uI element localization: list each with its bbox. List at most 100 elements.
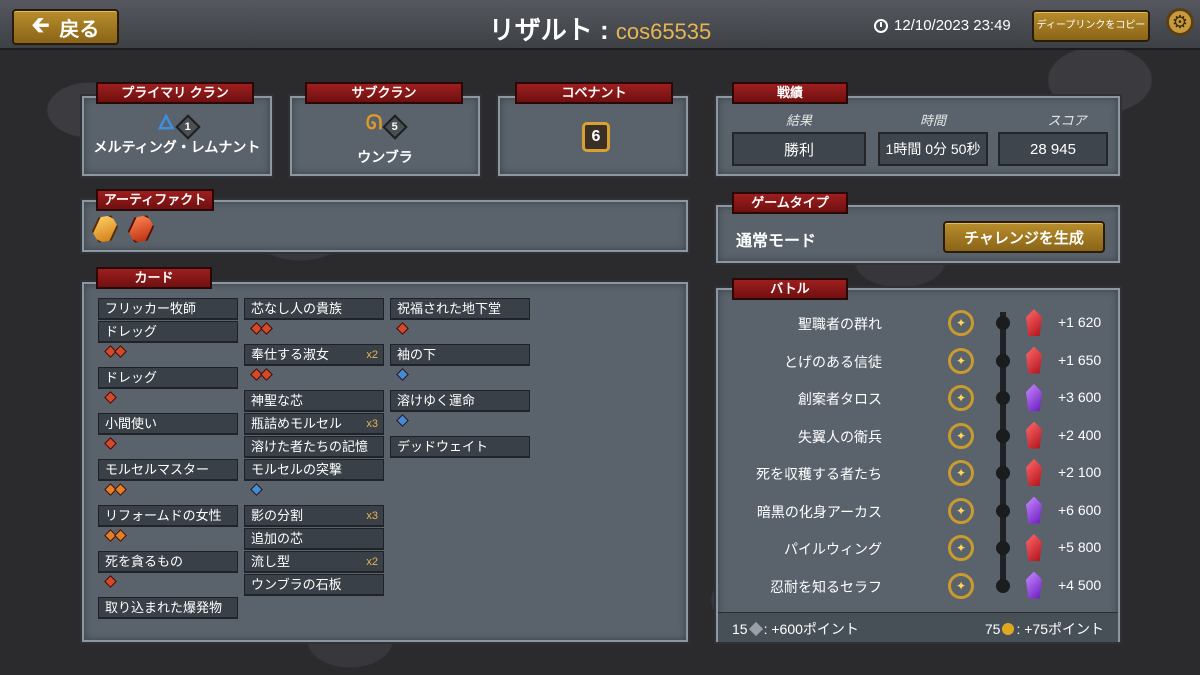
gem-icon xyxy=(104,437,117,450)
upgrade-gems xyxy=(250,322,273,335)
gem-icon xyxy=(114,483,127,496)
battle-score: +1 650 xyxy=(1058,351,1102,368)
flame-icon: 🜂 xyxy=(157,112,175,134)
card-name: 影の分割 xyxy=(251,508,304,523)
card-item[interactable]: 瓶詰めモルセル x3 xyxy=(244,413,384,435)
gear-icon[interactable]: ⚙ xyxy=(1166,8,1194,36)
datetime: 12/10/2023 23:49 xyxy=(874,17,1011,34)
card-name: ドレッグ xyxy=(105,370,158,385)
stats-tab: 戦績 xyxy=(732,82,848,104)
battle-row[interactable]: パイルウィング ✦ +5 800 xyxy=(718,531,1118,567)
card-name: ドレッグ xyxy=(105,324,158,339)
gold-coin-icon xyxy=(1002,623,1015,635)
card-item[interactable]: デッドウェイト xyxy=(390,436,530,458)
battle-row[interactable]: 死を収穫する者たち ✦ +2 100 xyxy=(718,456,1118,492)
generate-challenge-button[interactable]: チャレンジを生成 xyxy=(943,221,1105,253)
card-item[interactable]: モルセルの突撃 xyxy=(244,459,384,481)
boss-name: 失翼人の衛兵 xyxy=(798,428,882,445)
ember-icon xyxy=(748,621,763,637)
crystal-icon xyxy=(1026,571,1042,599)
boss-icon: ✦ xyxy=(948,572,974,599)
card-name: 瓶詰めモルセル xyxy=(251,416,343,431)
card-item[interactable]: 奉仕する淑女 x2 xyxy=(244,344,384,366)
boss-name: 忍耐を知るセラフ xyxy=(770,578,882,595)
copy-deeplink-button[interactable]: ディープリンクをコピー xyxy=(1032,10,1150,42)
upgrade-gems xyxy=(104,437,117,450)
covenant-badge: 6 xyxy=(582,122,610,152)
battle-score: +1 620 xyxy=(1058,314,1102,330)
game-type-tab: ゲームタイプ xyxy=(732,192,848,214)
card-name: 奉仕する淑女 xyxy=(251,347,330,362)
card-item[interactable]: ドレッグ xyxy=(98,367,238,389)
stats-panel: 結果 時間 スコア 勝利 1時間 0分 50秒 28 945 xyxy=(716,96,1120,176)
battle-row[interactable]: 創案者タロス ✦ +3 600 xyxy=(718,381,1118,417)
card-name: 芯なし人の貴族 xyxy=(251,301,343,316)
boss-name: 暗黒の化身アーカス xyxy=(756,503,882,520)
card-item[interactable]: 流し型 x2 xyxy=(244,551,384,573)
primary-clan-panel: 🜂 1 メルティング・レムナント xyxy=(82,96,272,176)
gem-icon xyxy=(114,529,127,542)
battle-row[interactable]: 忍耐を知るセラフ ✦ +4 500 xyxy=(718,569,1118,605)
score-label: スコア xyxy=(1047,113,1087,128)
card-name: 溶けゆく運命 xyxy=(397,393,476,408)
footer-left-points: : +600ポイント xyxy=(763,621,859,637)
result-label: 結果 xyxy=(785,113,812,128)
boss-name: とげのある信徒 xyxy=(784,353,882,370)
subclan-panel: ᘏ 5 ウンブラ xyxy=(290,96,480,176)
card-item[interactable]: 袖の下 xyxy=(390,344,530,366)
card-name: 追加の芯 xyxy=(251,531,304,546)
card-item[interactable]: 芯なし人の貴族 xyxy=(244,298,384,320)
time-value: 1時間 0分 50秒 xyxy=(878,132,988,166)
upgrade-gems xyxy=(104,345,127,358)
gem-icon xyxy=(104,575,117,588)
gem-icon xyxy=(396,368,409,381)
card-name: 取り込まれた爆発物 xyxy=(105,600,223,615)
card-item[interactable]: 死を貪るもの xyxy=(98,551,238,573)
card-item[interactable]: フリッカー牧師 xyxy=(98,298,238,320)
card-name: モルセルマスター xyxy=(105,462,210,477)
card-item[interactable]: 祝福された地下堂 xyxy=(390,298,530,320)
upgrade-gems xyxy=(104,483,127,496)
card-item[interactable]: リフォームドの女性 xyxy=(98,505,238,527)
gem-icon xyxy=(396,322,409,335)
card-name: リフォームドの女性 xyxy=(105,508,222,523)
battle-score: +2 100 xyxy=(1058,464,1102,480)
crystal-icon xyxy=(1026,309,1042,336)
battle-row[interactable]: 失翼人の衛兵 ✦ +2 400 xyxy=(718,419,1118,455)
subclan-tab: サブクラン xyxy=(305,82,463,104)
card-item[interactable]: 神聖な芯 xyxy=(244,390,384,412)
timeline-node xyxy=(996,466,1010,480)
gem-icon xyxy=(104,391,117,404)
battle-panel: 聖職者の群れ ✦ +1 620 とげのある信徒 ✦ +1 650 創案者タロス ✦ +3 600… xyxy=(716,288,1120,642)
cards-panel: フリッカー牧師 ドレッグ ドレッグ 小間使い モルセルマスター リフォームドの女性 死を貪る… xyxy=(82,282,688,642)
card-item[interactable]: 溶けた者たちの記憶 xyxy=(244,436,384,458)
battle-row[interactable]: 暗黒の化身アーカス ✦ +6 600 xyxy=(718,494,1118,530)
crystal-icon xyxy=(1026,534,1042,561)
artifact-icon[interactable] xyxy=(125,211,158,247)
card-item[interactable]: モルセルマスター xyxy=(98,459,238,481)
battle-row[interactable]: とげのある信徒 ✦ +1 650 xyxy=(718,344,1118,380)
primary-clan-name: メルティング・レムナント xyxy=(93,139,261,155)
gem-icon xyxy=(250,483,263,496)
battle-score: +5 800 xyxy=(1058,539,1102,555)
boss-icon: ✦ xyxy=(948,347,974,374)
gem-icon xyxy=(260,368,273,381)
boss-name: 聖職者の群れ xyxy=(798,316,882,332)
artifact-icon[interactable] xyxy=(89,211,122,247)
card-item[interactable]: 追加の芯 xyxy=(244,528,384,550)
card-multiplier: x2 xyxy=(366,349,378,361)
card-item[interactable]: ドレッグ xyxy=(98,321,238,343)
crystal-icon xyxy=(1026,384,1042,411)
card-item[interactable]: 取り込まれた爆発物 xyxy=(98,597,238,619)
crystal-icon xyxy=(1026,346,1042,374)
battle-row[interactable]: 聖職者の群れ ✦ +1 620 xyxy=(718,306,1118,342)
card-item[interactable]: 影の分割 x3 xyxy=(244,505,384,527)
card-name: 溶けた者たちの記憶 xyxy=(251,439,369,454)
battle-footer: 15: +600ポイント 75: +75ポイント xyxy=(718,612,1118,642)
cards-tab: カード xyxy=(96,267,212,289)
card-item[interactable]: ウンブラの石板 xyxy=(244,574,384,596)
card-item[interactable]: 小間使い xyxy=(98,413,238,435)
crystal-icon xyxy=(1026,459,1042,486)
card-item[interactable]: 溶けゆく運命 xyxy=(390,390,530,412)
timeline-node xyxy=(996,578,1010,593)
